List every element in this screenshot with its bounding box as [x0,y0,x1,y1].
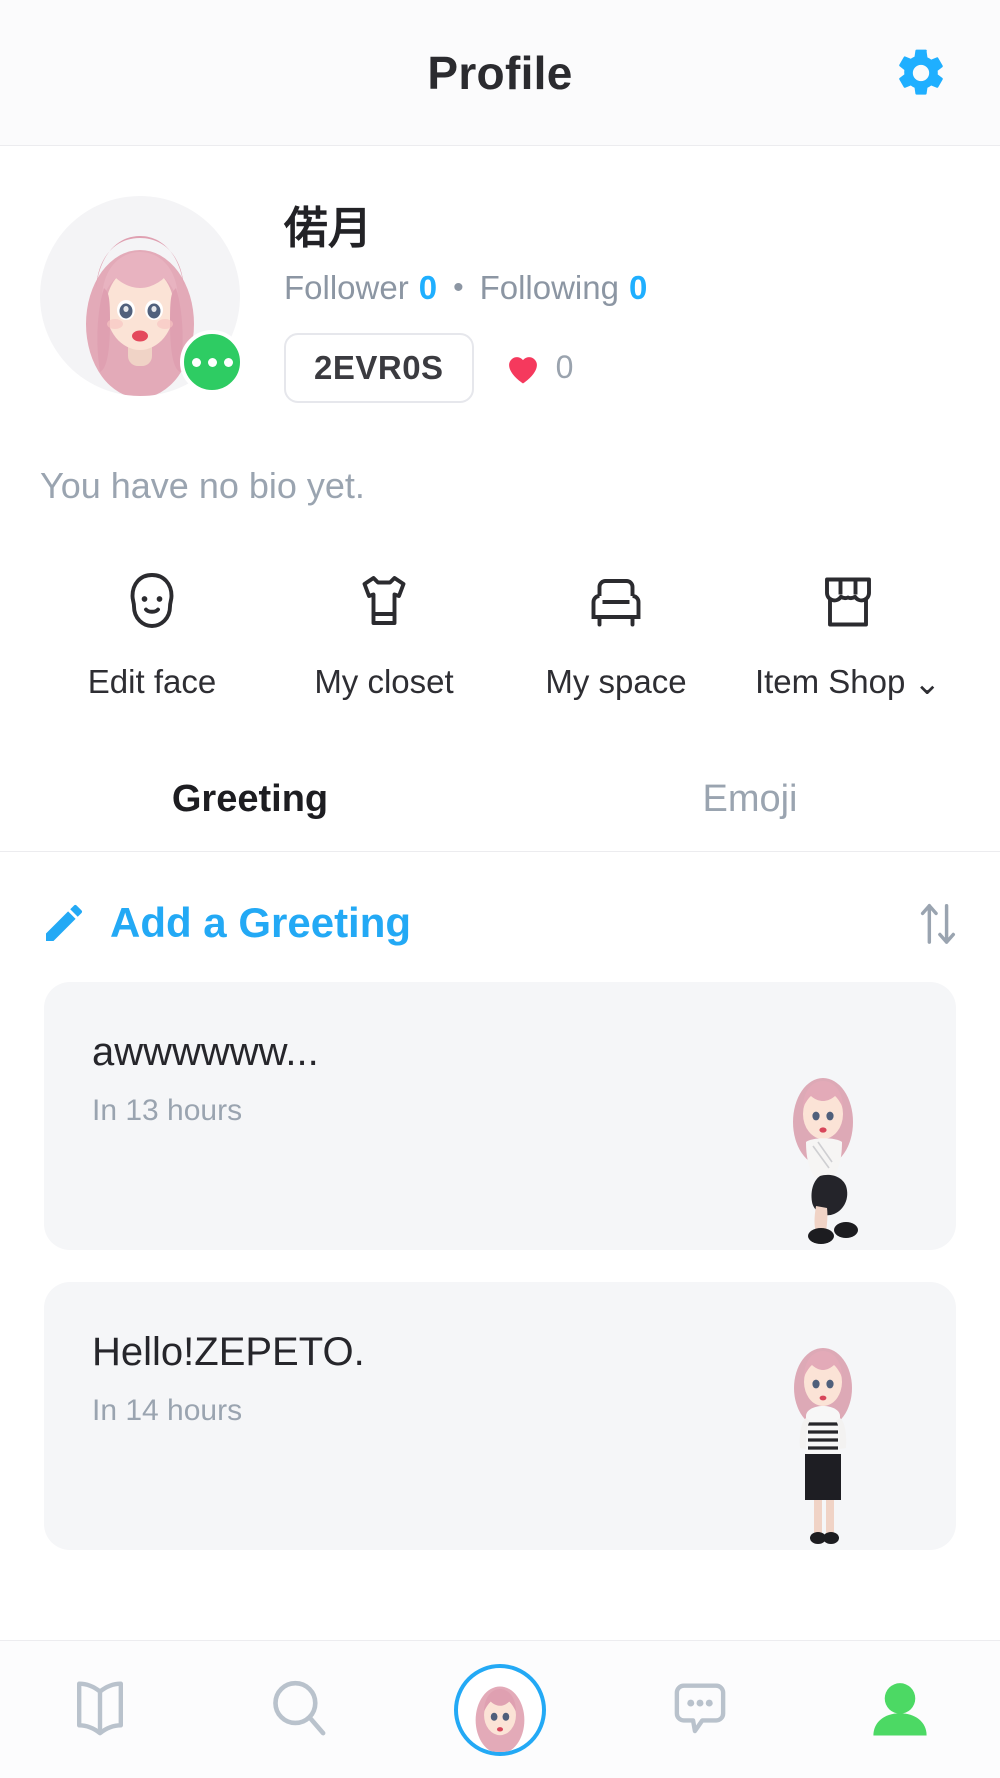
profile-nickname: 偌月 [284,204,372,253]
heart-icon [508,356,537,384]
tshirt-icon [348,565,420,639]
nav-avatar-thumb [454,1663,546,1756]
user-id-badge[interactable]: 2EVR0S [284,332,474,403]
action-text: Edit face [87,662,217,700]
action-edit-face[interactable]: Edit face [36,565,268,702]
tab-emoji[interactable]: Emoji [500,760,1000,851]
person-icon [873,1682,927,1735]
dot [207,357,217,367]
nav-item-search[interactable] [200,1641,400,1778]
action-label: Edit face [88,663,216,701]
action-label: My space [545,663,686,701]
follower-label[interactable]: Follower [284,269,409,307]
add-greeting-row: Add a Greeting [0,852,1000,950]
avatar[interactable] [40,196,244,396]
nav-item-avatar[interactable] [400,1641,600,1778]
content-tabs: Greeting Emoji [0,760,1000,852]
nav-item-feed[interactable] [0,1641,200,1778]
greeting-avatar-icon [794,1347,852,1544]
app-header: Profile [0,0,1000,146]
action-label: My closet [314,663,453,701]
greeting-list: awwwwww... In 13 hours Hello!ZEPETO. In … [0,950,1000,1582]
greeting-card[interactable]: Hello!ZEPETO. In 14 hours [44,1281,956,1550]
dot [191,357,201,367]
profile-info: 偌月 Follower 0 • Following 0 2EVR0S 0 [284,196,1000,403]
sort-arrows-icon[interactable] [914,896,960,950]
add-greeting-button[interactable]: Add a Greeting [110,899,411,947]
bottom-navigation [0,1640,1000,1778]
book-icon [76,1680,124,1735]
avatar-thumb-icon [475,1685,525,1752]
greeting-card[interactable]: awwwwww... In 13 hours [44,981,956,1250]
stat-separator: • [453,270,464,304]
action-my-space[interactable]: My space [500,565,732,702]
chat-bubble-icon [674,1683,726,1733]
tab-greeting[interactable]: Greeting [0,760,500,851]
id-and-hearts: 2EVR0S 0 [284,332,1000,403]
page-title: Profile [427,46,573,99]
action-text: My closet [314,662,454,700]
gear-icon [899,49,943,95]
armchair-icon [580,565,652,639]
greeting-avatar-icon [793,1077,858,1244]
profile-summary: 偌月 Follower 0 • Following 0 2EVR0S 0 [0,146,1000,403]
action-text: Item Shop [754,663,906,701]
follower-count[interactable]: 0 [419,269,437,307]
quick-actions: Edit face My closet My space Item Shop ⌄ [0,507,1000,702]
profile-screen: Profile 偌月 Follower 0 • Following 0 2EVR… [0,0,1000,1778]
follow-stats: Follower 0 • Following 0 [284,269,1000,307]
avatar-more-button[interactable] [180,330,244,394]
heart-count: 0 [555,349,574,386]
nav-item-profile[interactable] [800,1641,1000,1778]
action-text: My space [545,662,687,700]
settings-button[interactable] [890,42,952,104]
pencil-icon[interactable] [40,899,88,947]
nav-item-chat[interactable] [600,1641,800,1778]
chevron-down-icon: ⌄ [913,663,942,701]
face-icon [116,565,188,639]
heart-stat[interactable]: 0 [504,349,574,386]
following-count[interactable]: 0 [629,269,647,307]
search-icon [273,1680,326,1735]
bio-text[interactable]: You have no bio yet. [0,403,1000,507]
action-item-shop[interactable]: Item Shop ⌄ [732,565,964,702]
action-label: Item Shop ⌄ [755,663,941,702]
shop-icon [812,565,884,639]
action-my-closet[interactable]: My closet [268,565,500,702]
dot [223,357,233,367]
following-label[interactable]: Following [480,269,619,307]
